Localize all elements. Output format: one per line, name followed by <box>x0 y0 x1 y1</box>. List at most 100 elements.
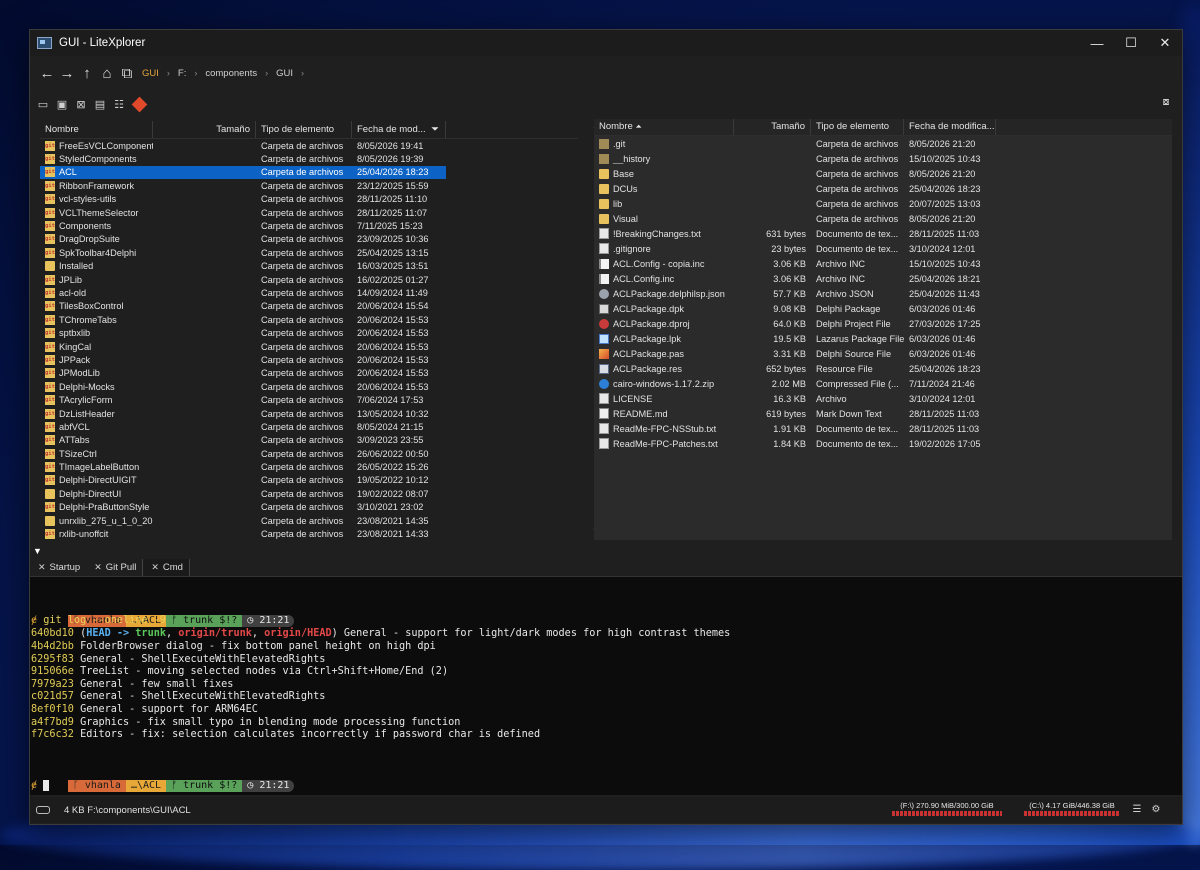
tab-close-icon[interactable]: ✕ <box>38 562 46 573</box>
list-item[interactable]: !BreakingChanges.txt 631 bytes Documento d… <box>594 226 1172 241</box>
up-icon[interactable]: ↑ <box>78 63 96 83</box>
list-item[interactable]: __history Carpeta de archivos 15/10/2025 1… <box>594 151 1172 166</box>
list-item[interactable]: RibbonFramework Carpeta de archivos 23/12/… <box>40 179 446 192</box>
list-item[interactable]: DCUs Carpeta de archivos 25/04/2026 18:23 <box>594 181 1172 196</box>
list-item[interactable]: DzListHeader Carpeta de archivos 13/05/202… <box>40 407 446 420</box>
list-item[interactable]: rxlib-unoffcit Carpeta de archivos 23/08/2… <box>40 527 446 539</box>
list-item[interactable]: JPLib Carpeta de archivos 16/02/2025 01:27 <box>40 273 446 286</box>
list-item[interactable]: TSizeCtrl Carpeta de archivos 26/06/2022 0… <box>40 447 446 460</box>
list-item[interactable]: abfVCL Carpeta de archivos 8/05/2024 21:15 <box>40 420 446 433</box>
list-item[interactable]: TImageLabelButton Carpeta de archivos 26/0… <box>40 460 446 473</box>
forward-icon[interactable]: → <box>58 63 76 83</box>
list-item[interactable]: README.md 619 bytes Mark Down Text 28/11/20… <box>594 406 1172 421</box>
list-item[interactable]: StyledComponents Carpeta de archivos 8/05/… <box>40 152 446 165</box>
column-header-name[interactable]: Nombre ⏶ <box>594 119 734 135</box>
list-item[interactable]: VCLThemeSelector Carpeta de archivos 28/11… <box>40 206 446 219</box>
file-date: 8/05/2026 21:20 <box>909 138 976 149</box>
terminal[interactable]: ᚴ vhanla …\ACL ᚠ trunk $!? ◷ 21:21 ɇ git lo… <box>30 577 1182 795</box>
column-header-type[interactable]: Tipo de elemento <box>256 121 352 138</box>
right-file-list[interactable]: Nombre ⏶ Tamaño Tipo de elemento Fecha d… <box>594 119 1172 540</box>
panel-collapse-icon[interactable]: ▼ <box>33 546 42 556</box>
git-folder-icon <box>45 395 55 406</box>
breadcrumb-item[interactable]: GUI <box>276 68 293 79</box>
git-icon[interactable] <box>131 96 148 112</box>
close-button[interactable]: ✕ <box>1148 30 1182 56</box>
list-item[interactable]: ACLPackage.lpk 19.5 KB Lazarus Package Fil… <box>594 331 1172 346</box>
list-item[interactable]: Delphi-PraButtonStyle Carpeta de archivos… <box>40 501 446 514</box>
tab-close-icon[interactable]: ✕ <box>151 562 159 573</box>
list-item[interactable]: TChromeTabs Carpeta de archivos 20/06/2024… <box>40 313 446 326</box>
list-item[interactable]: Installed Carpeta de archivos 16/03/2025 1… <box>40 260 446 273</box>
column-header-size[interactable]: Tamaño <box>153 121 256 138</box>
list-item[interactable]: ACL Carpeta de archivos 25/04/2026 18:23 <box>40 165 446 180</box>
back-icon[interactable]: ← <box>38 63 56 83</box>
app-icon <box>37 37 52 49</box>
list-item[interactable]: ATTabs Carpeta de archivos 3/09/2023 23:55 <box>40 434 446 447</box>
settings-icon[interactable]: ⚙ <box>1150 804 1162 815</box>
list-item[interactable]: acl-old Carpeta de archivos 14/09/2024 11:… <box>40 286 446 299</box>
file-name-cell: DzListHeader <box>40 408 153 419</box>
list-item[interactable]: ACL.Config - copia.inc 3.06 KB Archivo INC… <box>594 256 1172 271</box>
column-header-type[interactable]: Tipo de elemento <box>811 119 904 135</box>
column-header-date[interactable]: Fecha de modifica... <box>904 119 996 135</box>
view-icon[interactable]: ☷ <box>111 97 127 111</box>
screenshot-icon[interactable]: ⧇ <box>1158 96 1174 110</box>
list-item[interactable]: Delphi-DirectUIGIT Carpeta de archivos 19/… <box>40 474 446 487</box>
list-item[interactable]: ACLPackage.pas 3.31 KB Delphi Source File 6… <box>594 346 1172 361</box>
copy-path-icon[interactable]: ⧉ <box>118 63 136 83</box>
list-item[interactable]: ACLPackage.dpk 9.08 KB Delphi Package 6/03/… <box>594 301 1172 316</box>
list-item[interactable]: ACLPackage.dproj 64.0 KB Delphi Project Fi… <box>594 316 1172 331</box>
list-item[interactable]: sptbxlib Carpeta de archivos 20/06/2024 15… <box>40 326 446 339</box>
list-item[interactable]: Base Carpeta de archivos 8/05/2026 21:20 <box>594 166 1172 181</box>
list-item[interactable]: ACLPackage.delphilsp.json 57.7 KB Archivo … <box>594 286 1172 301</box>
list-item[interactable]: TAcrylicForm Carpeta de archivos 7/06/2024… <box>40 393 446 406</box>
column-header-name[interactable]: Nombre <box>40 121 153 138</box>
tab-startup[interactable]: ✕ Startup <box>30 559 86 576</box>
terminal-toggle-icon[interactable] <box>36 806 50 814</box>
breadcrumb-item[interactable]: components <box>205 68 257 79</box>
list-item[interactable]: .gitignore 23 bytes Documento de tex... 3/1… <box>594 241 1172 256</box>
minimize-button[interactable]: — <box>1080 30 1114 56</box>
title-bar[interactable]: GUI - LiteXplorer — ☐ ✕ <box>30 30 1182 56</box>
list-item[interactable]: LICENSE 16.3 KB Archivo 3/10/2024 12:01 <box>594 391 1172 406</box>
tab-cmd[interactable]: ✕ Cmd <box>142 559 190 576</box>
list-item[interactable]: lib Carpeta de archivos 20/07/2025 13:03 <box>594 196 1172 211</box>
delete-icon[interactable]: ⊠ <box>73 97 89 111</box>
list-icon[interactable]: ☰ <box>1131 804 1143 815</box>
list-item[interactable]: KingCal Carpeta de archivos 20/06/2024 15:… <box>40 340 446 353</box>
list-item[interactable]: vcl-styles-utils Carpeta de archivos 28/11… <box>40 193 446 206</box>
list-item[interactable]: .git Carpeta de archivos 8/05/2026 21:20 <box>594 136 1172 151</box>
list-item[interactable]: Delphi-Mocks Carpeta de archivos 20/06/202… <box>40 380 446 393</box>
list-item[interactable]: ACL.Config.inc 3.06 KB Archivo INC 25/04/20… <box>594 271 1172 286</box>
list-item[interactable]: ReadMe-FPC-NSStub.txt 1.91 KB Documento de… <box>594 421 1172 436</box>
tab-close-icon[interactable]: ✕ <box>94 562 102 573</box>
drive-f-usage[interactable]: (F:\) 270.90 MiB/300.00 GiB <box>892 801 1002 816</box>
list-item[interactable]: Visual Carpeta de archivos 8/05/2026 21:20 <box>594 211 1172 226</box>
list-item[interactable]: SpkToolbar4Delphi Carpeta de archivos 25/0… <box>40 246 446 259</box>
list-item[interactable]: JPModLib Carpeta de archivos 20/06/2024 15… <box>40 367 446 380</box>
drive-c-usage[interactable]: (C:\) 4.17 GiB/446.38 GiB <box>1024 801 1120 816</box>
column-header-date[interactable]: Fecha de mod... ⏷ <box>352 121 446 138</box>
list-item[interactable]: Components Carpeta de archivos 7/11/2025 1… <box>40 219 446 232</box>
left-file-list[interactable]: Nombre Tamaño Tipo de elemento Fecha de … <box>40 121 578 539</box>
tab-git-pull[interactable]: ✕ Git Pull <box>86 559 142 576</box>
home-icon[interactable]: ⌂ <box>98 63 116 83</box>
list-item[interactable]: Delphi-DirectUI Carpeta de archivos 19/02/… <box>40 487 446 500</box>
breadcrumb-item[interactable]: F: <box>178 68 186 79</box>
list-item[interactable]: ReadMe-FPC-Patches.txt 1.84 KB Documento d… <box>594 436 1172 451</box>
breadcrumb-item[interactable]: GUI <box>142 68 159 79</box>
input-line[interactable]: ɇ <box>31 779 50 792</box>
list-item[interactable]: ACLPackage.res 652 bytes Resource File 25/0… <box>594 361 1172 376</box>
properties-icon[interactable]: ▤ <box>92 97 108 111</box>
column-header-size[interactable]: Tamaño <box>734 119 811 135</box>
list-item[interactable]: TilesBoxControl Carpeta de archivos 20/06/… <box>40 300 446 313</box>
list-item[interactable]: FreeEsVCLComponents Carpeta de archivos 8/… <box>40 139 446 152</box>
list-item[interactable]: JPPack Carpeta de archivos 20/06/2024 15:5… <box>40 353 446 366</box>
list-item[interactable]: unrxlib_275_u_1_0_20 Carpeta de archivos 2… <box>40 514 446 527</box>
list-item[interactable]: DragDropSuite Carpeta de archivos 23/09/20… <box>40 233 446 246</box>
maximize-button[interactable]: ☐ <box>1114 30 1148 56</box>
list-item[interactable]: cairo-windows-1.17.2.zip 2.02 MB Compresse… <box>594 376 1172 391</box>
panel-toggle-icon[interactable]: ▭ <box>35 97 51 111</box>
new-folder-icon[interactable]: ▣ <box>54 97 70 111</box>
file-date: 25/04/2026 18:23 <box>357 167 429 178</box>
